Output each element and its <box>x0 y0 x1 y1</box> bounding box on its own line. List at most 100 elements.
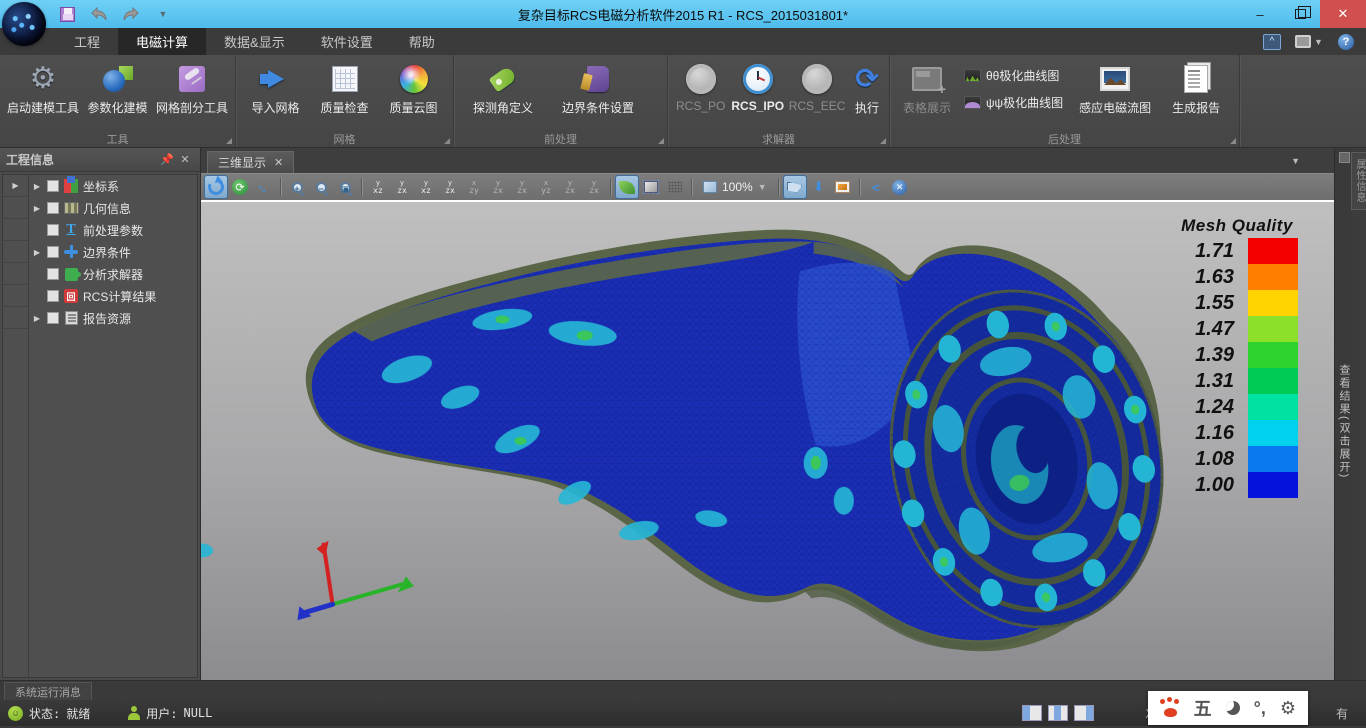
menu-tab-data-display[interactable]: 数据&显示 <box>206 28 303 55</box>
quality-check-button[interactable]: 质量检查 <box>311 59 378 119</box>
rcs-eec-button[interactable]: RCS_EEC <box>788 59 846 116</box>
restore-button[interactable] <box>1280 0 1320 28</box>
expand-arrow-icon[interactable]: ▶ <box>31 248 43 257</box>
induced-current-map-button[interactable]: 感应电磁流图 <box>1069 59 1161 119</box>
expand-arrow-icon[interactable]: ▶ <box>31 314 43 323</box>
ime-night-mode-button[interactable] <box>1226 701 1240 715</box>
gutter-cell[interactable] <box>3 263 28 285</box>
select-region-button[interactable] <box>784 176 806 198</box>
arrow-down-button[interactable]: ⬇ <box>808 176 830 198</box>
generate-report-button[interactable]: 生成报告 <box>1163 59 1229 119</box>
zoom-level-dropdown[interactable]: 100% ▼ <box>697 176 773 198</box>
tree-item-report-resources[interactable]: ▶ 报告资源 <box>29 307 197 329</box>
display-style-button[interactable]: ▼ <box>1292 33 1326 51</box>
expand-arrow-icon[interactable]: ▶ <box>31 204 43 213</box>
view-iso1-button[interactable]: yzx <box>511 176 533 198</box>
pan-button[interactable]: ↔ <box>253 176 275 198</box>
viewport-3d[interactable]: Mesh Quality 1.71 1.63 1.55 1.47 1.39 1.… <box>201 200 1334 680</box>
checkbox[interactable] <box>47 202 59 214</box>
group-expander[interactable] <box>1230 138 1236 144</box>
results-expand-bar[interactable]: 查看结果(双击展开) <box>1334 148 1353 680</box>
gutter-cell[interactable] <box>3 241 28 263</box>
menu-tab-em-compute[interactable]: 电磁计算 <box>118 28 206 55</box>
wireframe-view-button[interactable] <box>640 176 662 198</box>
save-button[interactable] <box>56 4 78 24</box>
group-expander[interactable] <box>444 138 450 144</box>
shaded-view-button[interactable] <box>616 176 638 198</box>
view-zx-button[interactable]: yzx <box>391 176 413 198</box>
rotate-view-button[interactable] <box>205 176 227 198</box>
view-zx3-button[interactable]: yzx <box>487 176 509 198</box>
boundary-setting-button[interactable]: 边界条件设置 <box>548 59 648 119</box>
ime-punctuation-button[interactable]: °, <box>1254 698 1266 719</box>
view-iso2-button[interactable]: xyz <box>535 176 557 198</box>
capture-window-button[interactable] <box>832 176 854 198</box>
expand-arrow-icon[interactable]: ▶ <box>31 182 43 191</box>
checkbox[interactable] <box>47 268 59 280</box>
view-zy-button[interactable]: xzy <box>463 176 485 198</box>
undo-button[interactable] <box>88 4 110 24</box>
psi-curve-button[interactable]: ψψ极化曲线图 <box>960 92 1067 113</box>
model-mesh[interactable] <box>201 202 1334 680</box>
collapse-ribbon-button[interactable]: ^ <box>1262 33 1282 51</box>
quality-cloud-button[interactable]: 质量云图 <box>380 59 447 119</box>
import-mesh-button[interactable]: 导入网格 <box>242 59 309 119</box>
tree-item-geometry-info[interactable]: ▶ 几何信息 <box>29 197 197 219</box>
refresh-view-button[interactable]: ⟳ <box>229 176 251 198</box>
rcs-po-button[interactable]: RCS_PO <box>674 59 727 116</box>
checkbox[interactable] <box>47 224 59 236</box>
menu-tab-settings[interactable]: 软件设置 <box>303 28 391 55</box>
gutter-cell[interactable] <box>3 219 28 241</box>
pin-button[interactable]: 📌pin <box>158 152 176 168</box>
property-info-tab[interactable]: 属性信息 <box>1351 152 1366 210</box>
cancel-button[interactable]: ✕ <box>889 176 911 198</box>
checkbox[interactable] <box>47 246 59 258</box>
menu-tab-help[interactable]: 帮助 <box>391 28 453 55</box>
expand-handle-icon[interactable] <box>1339 152 1350 163</box>
zoom-fit-button[interactable]: ▣ <box>334 176 356 198</box>
checkbox[interactable] <box>47 312 59 324</box>
view-xz-button[interactable]: yxz <box>367 176 389 198</box>
checkbox[interactable] <box>47 290 59 302</box>
execute-button[interactable]: ⟳ 执行 <box>848 59 886 119</box>
layout-right-button[interactable] <box>1074 705 1094 721</box>
parametric-modeling-button[interactable]: 参数化建模 <box>82 59 153 119</box>
theta-curve-button[interactable]: θθ极化曲线图 <box>960 65 1067 86</box>
group-expander[interactable] <box>658 138 664 144</box>
tree-item-analysis-solver[interactable]: 分析求解器 <box>29 263 197 285</box>
gutter-cell[interactable] <box>3 307 28 329</box>
redo-button[interactable] <box>120 4 142 24</box>
view-zx2-button[interactable]: yzx <box>439 176 461 198</box>
points-view-button[interactable] <box>664 176 686 198</box>
ime-wubi-button[interactable]: 五 <box>1194 695 1212 721</box>
view-iso4-button[interactable]: yzx <box>583 176 605 198</box>
menu-tab-project[interactable]: 工程 <box>56 28 118 55</box>
tree-item-rcs-results[interactable]: 回 RCS计算结果 <box>29 285 197 307</box>
tree-item-coordinate-system[interactable]: ▶ 坐标系 <box>29 175 197 197</box>
launch-modeler-button[interactable]: ⚙ 启动建模工具 <box>6 59 80 119</box>
ime-logo-button[interactable] <box>1160 699 1180 717</box>
help-button[interactable]: ? <box>1336 33 1356 51</box>
close-button[interactable]: ✕ <box>1320 0 1366 28</box>
gutter-cell[interactable]: ▶ <box>3 175 28 197</box>
gutter-cell[interactable] <box>3 197 28 219</box>
share-button[interactable]: < <box>865 176 887 198</box>
tab-3d-display[interactable]: 三维显示 ✕ <box>207 151 294 173</box>
tree-item-preprocess-params[interactable]: T 前处理参数 <box>29 219 197 241</box>
system-message-tab[interactable]: 系统运行消息 <box>4 682 92 700</box>
layout-left-button[interactable] <box>1022 705 1042 721</box>
zoom-in-button[interactable]: + <box>286 176 308 198</box>
panel-close-button[interactable]: ✕ <box>176 152 194 168</box>
checkbox[interactable] <box>47 180 59 192</box>
tab-close-icon[interactable]: ✕ <box>274 156 283 169</box>
qat-dropdown[interactable]: ▼ <box>152 4 174 24</box>
tab-list-dropdown[interactable]: ▼ <box>1291 156 1300 166</box>
tree-item-boundary-conditions[interactable]: ▶ 边界条件 <box>29 241 197 263</box>
group-expander[interactable] <box>226 138 232 144</box>
table-show-button[interactable]: 表格展示 <box>896 59 958 119</box>
probe-angle-button[interactable]: 探测角定义 <box>460 59 546 119</box>
ime-settings-button[interactable]: ⚙ <box>1280 698 1296 719</box>
view-iso3-button[interactable]: yzx <box>559 176 581 198</box>
group-expander[interactable] <box>880 138 886 144</box>
mesh-tool-button[interactable]: 网格剖分工具 <box>155 59 229 119</box>
